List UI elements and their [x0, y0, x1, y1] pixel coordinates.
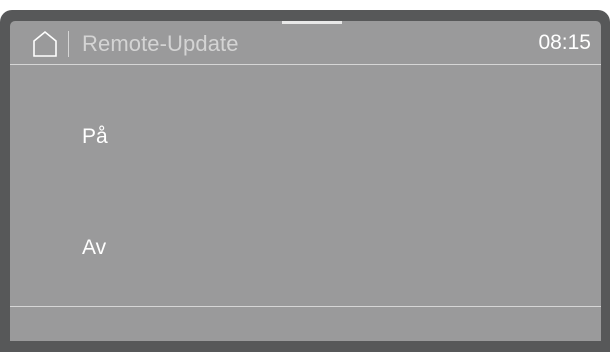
display-screen: Remote-Update 08:15 På Av — [10, 21, 601, 341]
clock-time: 08:15 — [538, 31, 591, 54]
home-icon — [33, 30, 57, 57]
option-off[interactable]: Av — [10, 230, 601, 270]
header-divider — [68, 31, 69, 57]
header-bar: Remote-Update 08:15 — [10, 21, 601, 65]
option-on-label: På — [82, 125, 108, 148]
option-on[interactable]: På — [10, 119, 601, 159]
home-button[interactable] — [32, 30, 58, 57]
footer-divider — [10, 306, 601, 307]
option-off-label: Av — [82, 236, 107, 259]
page-title: Remote-Update — [82, 31, 239, 56]
device-bezel: Remote-Update 08:15 På Av — [0, 10, 610, 352]
